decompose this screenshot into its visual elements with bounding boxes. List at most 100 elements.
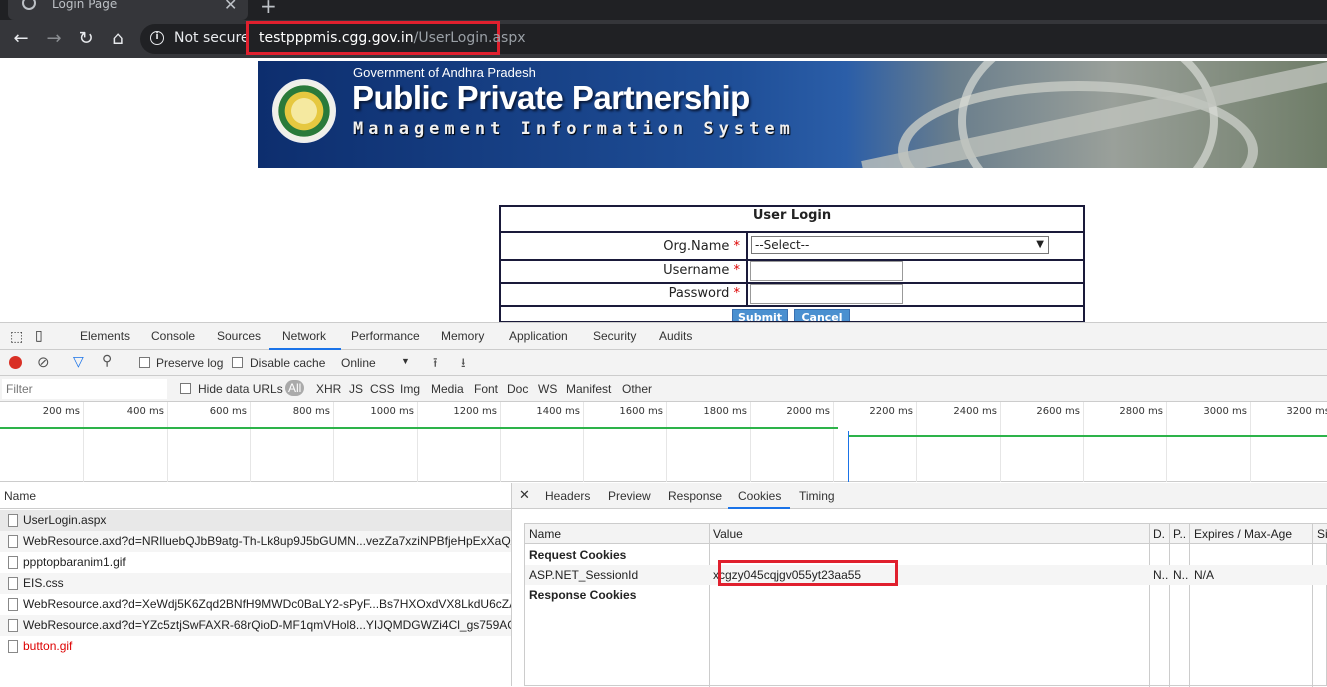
back-icon[interactable]: ←	[10, 28, 32, 50]
chevron-down-icon[interactable]: ▼	[401, 356, 410, 366]
type-filter-all[interactable]: All	[285, 380, 305, 396]
detail-tab-preview[interactable]: Preview	[608, 489, 651, 503]
type-filter-font[interactable]: Font	[474, 382, 498, 396]
forward-icon[interactable]: →	[43, 28, 65, 50]
filter-icon[interactable]: ▽	[73, 353, 84, 370]
cookie-path: N..	[1173, 568, 1189, 582]
url-host: testpppmis.cgg.gov.in	[259, 30, 414, 46]
org-select[interactable]: --Select-- ▼	[751, 236, 1049, 254]
close-detail-icon[interactable]: ✕	[519, 487, 530, 503]
tab-audits[interactable]: Audits	[659, 329, 692, 343]
type-filter-xhr[interactable]: XHR	[316, 382, 341, 396]
timeline-gridline	[250, 402, 251, 482]
timeline-tick-label: 3000 ms	[1203, 406, 1247, 417]
cookie-col-size[interactable]: Si	[1317, 527, 1327, 541]
government-line: Government of Andhra Pradesh	[353, 65, 536, 80]
password-label: Password	[668, 286, 730, 301]
type-filter-ws[interactable]: WS	[538, 382, 557, 396]
disable-cache-checkbox[interactable]	[232, 357, 243, 368]
timeline-gridline	[750, 402, 751, 482]
timeline-tick-label: 2200 ms	[869, 406, 913, 417]
cookie-domain: N..	[1153, 568, 1169, 582]
hide-data-urls-checkbox[interactable]	[180, 383, 191, 394]
request-name: WebResource.axd?d=NRIluebQJbB9atg-Th-Lk8…	[23, 534, 511, 548]
login-heading: User Login	[752, 208, 832, 223]
request-row[interactable]: WebResource.axd?d=XeWdj5K6Zqd2BNfH9MWDc0…	[0, 594, 511, 615]
tab-memory[interactable]: Memory	[441, 329, 484, 343]
file-icon	[8, 598, 18, 611]
network-filter-bar: Hide data URLs All XHR JS CSS Img Media …	[0, 376, 1327, 402]
clear-icon[interactable]: ⊘	[37, 353, 50, 371]
tab-console[interactable]: Console	[151, 329, 195, 343]
request-name: UserLogin.aspx	[23, 513, 107, 527]
cancel-button[interactable]: Cancel	[794, 309, 850, 321]
request-row[interactable]: WebResource.axd?d=YZc5ztjSwFAXR-68rQioD-…	[0, 615, 511, 636]
required-mark: *	[733, 263, 741, 278]
timeline-gridline	[167, 402, 168, 482]
browser-tab[interactable]: Login Page ✕	[8, 0, 248, 20]
submit-button[interactable]: Submit	[732, 309, 788, 321]
request-row[interactable]: EIS.css	[0, 573, 511, 594]
cookie-col-value[interactable]: Value	[713, 527, 743, 541]
cookie-col-path[interactable]: P..	[1173, 527, 1186, 541]
close-tab-icon[interactable]: ✕	[224, 0, 237, 14]
url-path: /UserLogin.aspx	[413, 30, 526, 46]
reload-icon[interactable]: ↻	[75, 28, 97, 50]
type-filter-manifest[interactable]: Manifest	[566, 382, 611, 396]
timeline-tick-label: 800 ms	[292, 406, 330, 417]
request-row[interactable]: UserLogin.aspx	[0, 510, 511, 531]
hide-data-urls-label: Hide data URLs	[198, 382, 283, 396]
record-icon[interactable]	[9, 356, 22, 369]
tab-performance[interactable]: Performance	[351, 329, 420, 343]
tab-security[interactable]: Security	[593, 329, 636, 343]
requests-pane: Name UserLogin.aspx WebResource.axd?d=NRI…	[0, 483, 512, 686]
network-timeline-overview[interactable]: 200 ms 400 ms 600 ms 800 ms 1000 ms 1200 ms 14…	[0, 402, 1327, 482]
password-input[interactable]	[750, 284, 903, 304]
search-icon[interactable]: ⚲	[102, 352, 112, 369]
username-input[interactable]	[750, 261, 903, 281]
request-row[interactable]: WebResource.axd?d=NRIluebQJbB9atg-Th-Lk8…	[0, 531, 511, 552]
cookie-col-expires[interactable]: Expires / Max-Age	[1194, 527, 1292, 541]
detail-tab-response[interactable]: Response	[668, 489, 722, 503]
type-filter-doc[interactable]: Doc	[507, 382, 528, 396]
cookie-expires: N/A	[1194, 568, 1215, 582]
tab-application[interactable]: Application	[509, 329, 568, 343]
tab-network[interactable]: Network	[282, 329, 326, 343]
device-toolbar-icon[interactable]: ▯	[35, 327, 43, 344]
preserve-log-checkbox[interactable]	[139, 357, 150, 368]
type-filter-css[interactable]: CSS	[370, 382, 395, 396]
timeline-tick-label: 2000 ms	[786, 406, 830, 417]
url-text[interactable]: testpppmis.cgg.gov.in/UserLogin.aspx	[259, 30, 526, 46]
file-icon	[8, 619, 18, 632]
password-row: Password *	[501, 282, 1083, 305]
tab-sources[interactable]: Sources	[217, 329, 261, 343]
type-filter-js[interactable]: JS	[349, 382, 363, 396]
new-tab-icon[interactable]: +	[260, 0, 277, 18]
request-row[interactable]: ppptopbaranim1.gif	[0, 552, 511, 573]
timeline-bar-2	[848, 435, 1327, 437]
name-column-header[interactable]: Name	[4, 489, 36, 503]
inspect-element-icon[interactable]: ⬚	[10, 328, 23, 345]
state-emblem-logo	[272, 79, 336, 143]
detail-tab-headers[interactable]: Headers	[545, 489, 590, 503]
timeline-gridline	[333, 402, 334, 482]
devtools-tabbar: ⬚ ▯ Elements Console Sources Network Per…	[0, 322, 1327, 350]
type-filter-other[interactable]: Other	[622, 382, 652, 396]
info-icon[interactable]: i	[150, 31, 164, 45]
dom-content-loaded-marker	[848, 431, 849, 482]
tab-elements[interactable]: Elements	[80, 329, 130, 343]
detail-tab-cookies[interactable]: Cookies	[738, 489, 781, 503]
tab-strip: Login Page ✕ +	[0, 0, 1327, 20]
home-icon[interactable]: ⌂	[107, 28, 129, 50]
cookie-col-domain[interactable]: D.	[1153, 527, 1165, 541]
export-har-icon[interactable]: ⭳	[461, 354, 466, 376]
address-bar[interactable]: i Not secure testpppmis.cgg.gov.in/UserL…	[140, 21, 1327, 55]
type-filter-media[interactable]: Media	[431, 382, 464, 396]
request-row[interactable]: button.gif	[0, 636, 511, 657]
type-filter-img[interactable]: Img	[400, 382, 420, 396]
cookie-col-name[interactable]: Name	[529, 527, 561, 541]
throttle-select[interactable]: Online	[341, 356, 376, 370]
detail-tab-timing[interactable]: Timing	[799, 489, 835, 503]
filter-input[interactable]	[2, 379, 167, 399]
import-har-icon[interactable]: ⭱	[433, 354, 438, 376]
